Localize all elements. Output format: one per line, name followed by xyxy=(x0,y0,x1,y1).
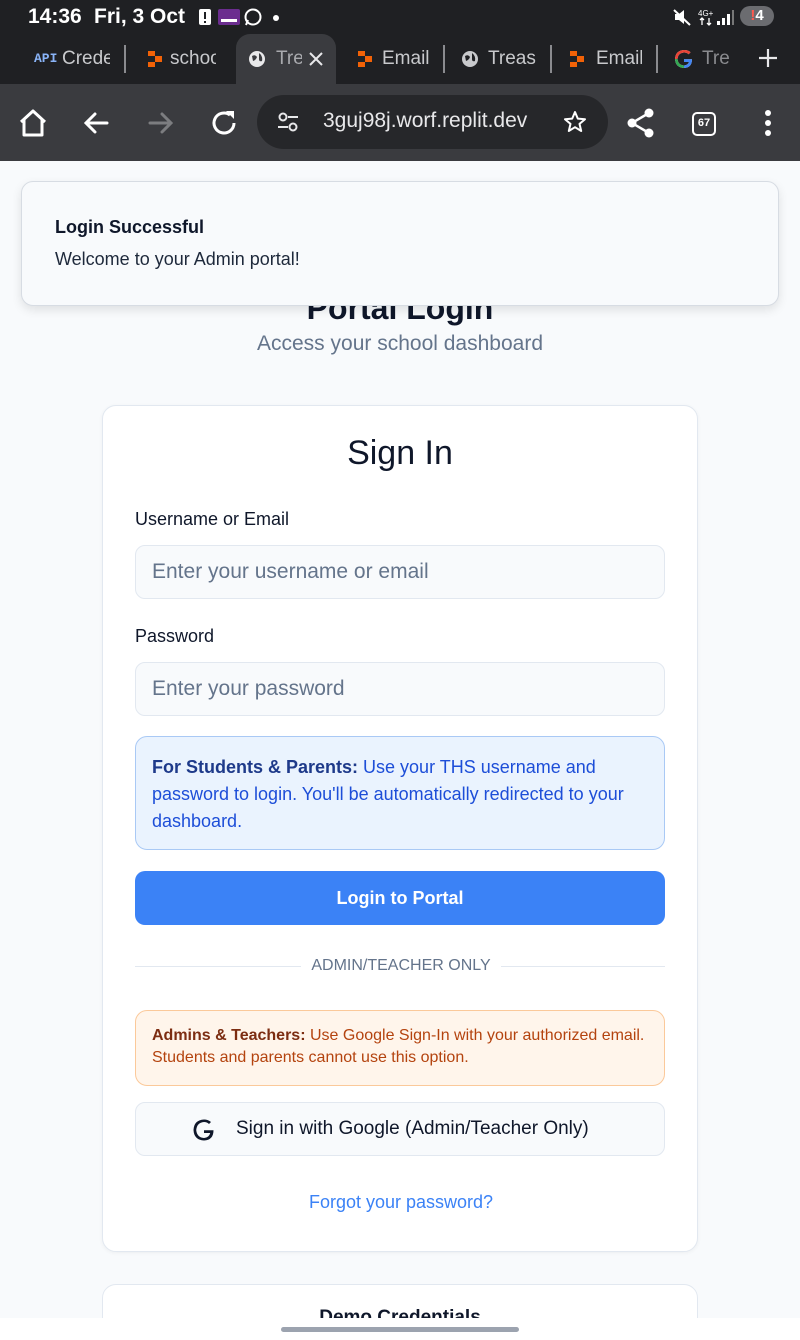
tab-2[interactable]: schoo xyxy=(126,34,232,84)
tab-label: Email xyxy=(596,48,642,69)
site-settings-icon[interactable] xyxy=(277,111,299,133)
globe-icon xyxy=(249,51,265,67)
toast-title: Login Successful xyxy=(55,217,205,237)
username-label: Username or Email xyxy=(135,509,290,529)
tab-strip: API Crede schoo Tre Email Treas Email Tr… xyxy=(0,34,800,84)
password-label: Password xyxy=(135,626,215,646)
battery-badge: !4 xyxy=(740,6,774,26)
card-title: Sign In xyxy=(347,434,453,472)
tab-switcher-button[interactable]: 67 xyxy=(692,112,716,136)
divider-text: ADMIN/TEACHER ONLY xyxy=(301,957,501,974)
status-time: 14:36 xyxy=(28,5,82,28)
students-note-heading: For Students & Parents: xyxy=(152,757,359,777)
tab-3-active[interactable]: Tre xyxy=(236,34,336,84)
forgot-password-link[interactable]: Forgot your password? xyxy=(103,1192,699,1213)
success-toast[interactable]: Login Successful Welcome to your Admin p… xyxy=(21,181,779,306)
globe-icon xyxy=(462,51,478,67)
tab-label: Crede xyxy=(62,48,110,69)
forward-arrow-icon[interactable] xyxy=(143,106,177,140)
divider-label: ADMIN/TEACHER ONLY xyxy=(103,957,699,975)
toast-description: Welcome to your Admin portal! xyxy=(55,249,300,269)
mute-icon xyxy=(673,9,691,26)
tab-label: schoo xyxy=(170,48,216,69)
home-gesture-handle[interactable] xyxy=(281,1327,519,1332)
replit-icon xyxy=(358,51,372,67)
google-icon xyxy=(675,50,692,68)
page-subtitle: Access your school dashboard xyxy=(257,332,543,355)
home-icon[interactable] xyxy=(16,106,50,140)
badge-count: 4 xyxy=(755,7,764,24)
students-info-note: For Students & Parents: Use your THS use… xyxy=(135,736,665,850)
new-tab-icon[interactable] xyxy=(758,48,778,68)
svg-text:4G+: 4G+ xyxy=(698,9,714,18)
tab-5[interactable]: Treas xyxy=(445,34,551,84)
whatsapp-icon xyxy=(244,8,262,26)
tab-4[interactable]: Email xyxy=(340,34,444,84)
api-icon: API xyxy=(34,51,58,66)
status-date: Fri, 3 Oct xyxy=(94,5,186,28)
tab-1[interactable]: API Crede xyxy=(0,34,126,84)
signal-icon xyxy=(717,10,734,25)
tab-label: Tre xyxy=(276,48,302,69)
status-bar: 14:36 Fri, 3 Oct 4G+ !4 xyxy=(0,0,800,34)
network-4g-icon: 4G+ xyxy=(698,9,714,26)
google-signin-button[interactable]: Sign in with Google (Admin/Teacher Only) xyxy=(135,1102,665,1156)
browser-toolbar: 3guj98j.worf.replit.dev 67 xyxy=(0,84,800,161)
admins-info-note: Admins & Teachers: Use Google Sign-In wi… xyxy=(135,1010,665,1086)
app-notification-icon xyxy=(218,9,240,25)
more-notifications-dot-icon xyxy=(273,15,279,21)
tab-6[interactable]: Email xyxy=(552,34,656,84)
address-bar[interactable]: 3guj98j.worf.replit.dev xyxy=(257,95,608,149)
gesture-nav-bar xyxy=(0,1318,800,1340)
url-text[interactable]: 3guj98j.worf.replit.dev xyxy=(323,109,537,133)
replit-icon xyxy=(570,51,584,67)
reload-icon[interactable] xyxy=(207,106,241,140)
admins-note-heading: Admins & Teachers: xyxy=(152,1027,306,1044)
google-g-icon xyxy=(193,1119,214,1141)
replit-icon xyxy=(148,51,162,67)
google-button-label: Sign in with Google (Admin/Teacher Only) xyxy=(236,1118,589,1139)
tab-label: Treas xyxy=(488,48,536,69)
username-input[interactable] xyxy=(135,545,665,599)
tab-label: Tre xyxy=(702,48,730,69)
share-icon[interactable] xyxy=(624,106,658,140)
password-input[interactable] xyxy=(135,662,665,716)
close-tab-icon[interactable] xyxy=(308,51,324,67)
login-card: Sign In Username or Email Password For S… xyxy=(102,405,698,1252)
back-arrow-icon[interactable] xyxy=(80,106,114,140)
alert-notification-icon xyxy=(199,9,211,25)
more-menu-icon[interactable] xyxy=(751,106,785,140)
login-button[interactable]: Login to Portal xyxy=(135,871,665,925)
bookmark-star-icon[interactable] xyxy=(563,110,587,134)
tab-7[interactable]: Tre xyxy=(658,34,746,84)
tab-label: Email xyxy=(382,48,430,69)
